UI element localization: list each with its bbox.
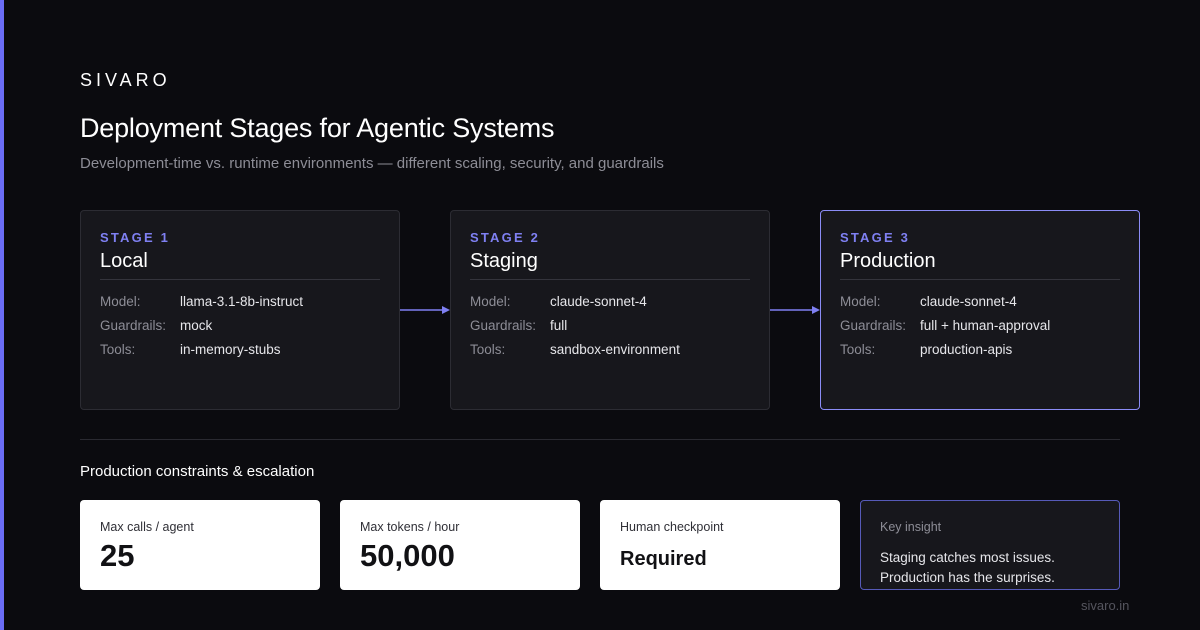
stage-row-model: Model: claude-sonnet-4 [470, 293, 647, 311]
section-divider [80, 439, 1120, 440]
stage-row-guardrails: Guardrails: full + human-approval [840, 317, 1050, 335]
stage-row-tools: Tools: in-memory-stubs [100, 341, 281, 359]
row-value: claude-sonnet-4 [920, 294, 1017, 309]
row-key: Guardrails: [840, 318, 907, 333]
row-value: mock [180, 318, 213, 333]
metric-label: Human checkpoint [620, 520, 724, 534]
metric-value: 25 [100, 538, 135, 573]
brand-logo: SIVARO [80, 70, 171, 90]
row-key: Tools: [470, 342, 506, 357]
insight-text: Staging catches most issues. Production … [880, 550, 1055, 585]
stage-divider [100, 279, 380, 280]
insight-label: Key insight [880, 520, 942, 534]
stage-row-tools: Tools: sandbox-environment [470, 341, 680, 359]
stage-card-production: STAGE 3 Production Model: claude-sonnet-4… [820, 210, 1140, 410]
stage-row-guardrails: Guardrails: mock [100, 317, 212, 335]
stage-card-local: STAGE 1 Local Model: llama-3.1-8b-instruc… [80, 210, 400, 410]
metric-value: 50,000 [360, 538, 455, 573]
stage-row-model: Model: claude-sonnet-4 [840, 293, 1017, 311]
stage-label: STAGE 2 [470, 230, 541, 245]
stage-name: Staging [470, 250, 538, 272]
stage-card-staging: STAGE 2 Staging Model: claude-sonnet-4 Gu… [450, 210, 770, 410]
section-title: Production constraints & escalation [80, 463, 315, 480]
stage-divider [470, 279, 750, 280]
arrow-right-icon [400, 306, 450, 314]
page-subtitle: Development-time vs. runtime environment… [80, 155, 664, 172]
row-value: in-memory-stubs [180, 342, 281, 357]
page-title: Deployment Stages for Agentic Systems [80, 113, 555, 143]
row-value: sandbox-environment [550, 342, 680, 357]
stage-label: STAGE 3 [840, 230, 911, 245]
stage-row-model: Model: llama-3.1-8b-instruct [100, 293, 303, 311]
metric-card-max-calls: Max calls / agent 25 [80, 500, 320, 590]
footer-url: sivaro.in [1081, 598, 1130, 613]
stage-row-guardrails: Guardrails: full [470, 317, 567, 335]
stage-divider [840, 279, 1120, 280]
metric-label: Max tokens / hour [360, 520, 460, 534]
row-key: Guardrails: [100, 318, 167, 333]
metric-card-max-tokens: Max tokens / hour 50,000 [340, 500, 580, 590]
row-key: Model: [100, 294, 141, 309]
row-key: Model: [470, 294, 511, 309]
row-key: Tools: [100, 342, 136, 357]
metric-card-human-checkpoint: Human checkpoint Required [600, 500, 840, 590]
stage-row-tools: Tools: production-apis [840, 341, 1012, 359]
row-value: llama-3.1-8b-instruct [180, 294, 304, 309]
key-insight-card: Key insight Staging catches most issues.… [860, 500, 1120, 590]
arrow-right-icon [770, 306, 820, 314]
row-value: full + human-approval [920, 318, 1051, 333]
metric-label: Max calls / agent [100, 520, 194, 534]
stage-label: STAGE 1 [100, 230, 171, 245]
row-value: claude-sonnet-4 [550, 294, 647, 309]
row-value: full [550, 318, 568, 333]
row-value: production-apis [920, 342, 1013, 357]
stage-name: Production [840, 250, 936, 272]
left-accent-bar [0, 0, 4, 630]
row-key: Tools: [840, 342, 876, 357]
row-key: Guardrails: [470, 318, 537, 333]
metric-value: Required [620, 548, 707, 570]
stage-name: Local [100, 250, 148, 272]
row-key: Model: [840, 294, 881, 309]
